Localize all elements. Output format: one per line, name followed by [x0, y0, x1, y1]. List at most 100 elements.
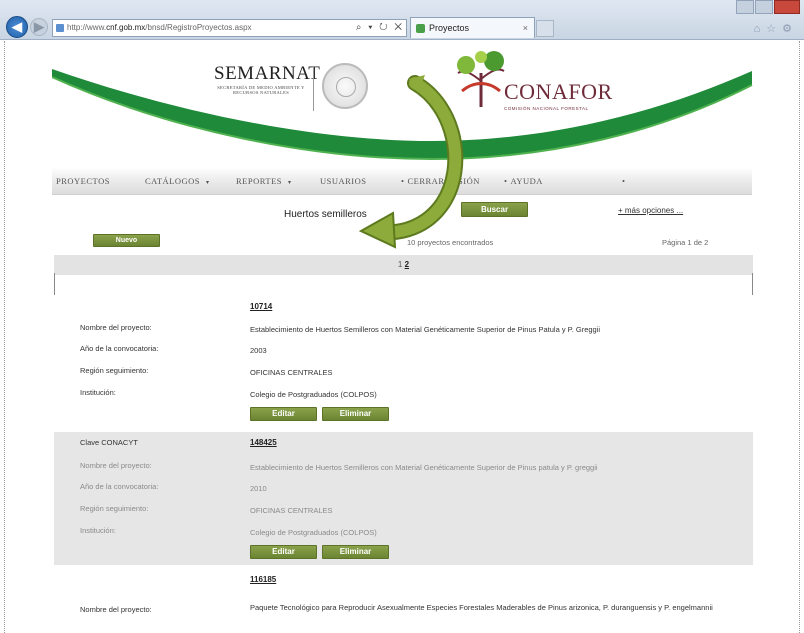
url-prefix: http://www. — [67, 23, 107, 32]
page-link-1[interactable]: 1 — [398, 260, 402, 269]
menu-ayuda[interactable]: • AYUDA — [504, 176, 543, 186]
menu-bullet: • — [504, 176, 508, 186]
field-row: Institución: Colegio de Postgraduados (C… — [54, 388, 753, 402]
field-value: OFICINAS CENTRALES — [250, 506, 333, 515]
menu-bullet: • — [622, 176, 626, 186]
address-controls[interactable]: ⌕ ▾ ↻ ✕ — [356, 20, 404, 36]
field-label: Región seguimiento: — [80, 504, 149, 513]
project-record: 116185 Nombre del proyecto: Paquete Tecn… — [54, 565, 753, 633]
tab-proyectos[interactable]: Proyectos × — [410, 17, 535, 38]
delete-button[interactable]: Eliminar — [322, 545, 389, 559]
banner-swoosh — [51, 69, 753, 161]
url-path: /bnsd/RegistroProyectos.aspx — [145, 23, 252, 32]
address-bar[interactable]: http://www.cnf.gob.mx/bnsd/RegistroProye… — [52, 19, 407, 37]
project-id-link[interactable]: 10714 — [250, 302, 272, 311]
chevron-down-icon: ▾ — [206, 180, 210, 186]
project-record: 10714 Nombre del proyecto: Establecimien… — [54, 299, 753, 432]
field-label: Nombre del proyecto: — [80, 605, 152, 614]
page-content: SEMARNAT SECRETARÍA DE MEDIO AMBIENTE Y … — [0, 41, 804, 633]
page-border-left — [4, 41, 5, 633]
pagination-bar: 1 2 — [54, 255, 753, 275]
conafor-logo: CONAFOR COMISIÓN NACIONAL FORESTAL — [504, 79, 613, 111]
menu-label: REPORTES — [236, 176, 282, 186]
semarnat-logo: SEMARNAT SECRETARÍA DE MEDIO AMBIENTE Y … — [214, 63, 321, 95]
field-label: Año de la convocatoria: — [80, 344, 159, 353]
field-label: Nombre del proyecto: — [80, 461, 152, 470]
project-id-link[interactable]: 116185 — [250, 575, 276, 584]
field-value: 2003 — [250, 346, 267, 355]
semarnat-name: SEMARNAT — [214, 63, 321, 84]
menu-bullet: • — [401, 176, 405, 186]
field-value: OFICINAS CENTRALES — [250, 368, 333, 377]
page-link-2[interactable]: 2 — [405, 260, 409, 269]
delete-button[interactable]: Eliminar — [322, 407, 389, 421]
maximize-button[interactable] — [755, 0, 773, 14]
field-row: Clave CONACYT — [54, 438, 753, 452]
page-border-right — [799, 41, 800, 633]
field-row: Región seguimiento: OFICINAS CENTRALES — [54, 366, 753, 380]
chevron-down-icon: ▾ — [288, 180, 292, 186]
more-options-link[interactable]: + más opciones ... — [618, 206, 683, 215]
menu-catalogos[interactable]: CATÁLOGOS ▾ — [145, 176, 210, 186]
menu-label: AYUDA — [510, 176, 543, 186]
field-row: Nombre del proyecto: Establecimiento de … — [54, 323, 753, 337]
new-tab-button[interactable] — [536, 20, 554, 37]
field-label: Año de la convocatoria: — [80, 482, 159, 491]
field-label: Institución: — [80, 526, 116, 535]
field-value: Paquete Tecnológico para Reproducir Asex… — [250, 603, 713, 612]
search-input[interactable] — [278, 205, 408, 223]
page-favicon-icon — [56, 24, 64, 32]
field-value: Establecimiento de Huertos Semilleros co… — [250, 463, 598, 472]
browser-chrome: ◀ ▶ http://www.cnf.gob.mx/bnsd/RegistroP… — [0, 0, 804, 40]
page-indicator: Página 1 de 2 — [662, 238, 709, 247]
toolbar-icons[interactable]: ⌂☆⚙ — [754, 22, 798, 35]
semarnat-subtitle: SECRETARÍA DE MEDIO AMBIENTE Y RECURSOS … — [217, 85, 305, 95]
tab-favicon-icon — [416, 24, 425, 33]
menu-label: PROYECTOS — [56, 176, 110, 186]
main-menu: PROYECTOS CATÁLOGOS ▾ REPORTES ▾ USUARIOS … — [52, 167, 752, 195]
field-row: Año de la convocatoria: 2003 — [54, 344, 753, 358]
conafor-subtitle: COMISIÓN NACIONAL FORESTAL — [504, 106, 589, 111]
forward-button[interactable]: ▶ — [30, 18, 48, 36]
divider-right — [752, 273, 753, 295]
field-row: Institución: Colegio de Postgraduados (C… — [54, 526, 753, 540]
window-controls — [736, 0, 800, 14]
field-row: Región seguimiento: OFICINAS CENTRALES — [54, 504, 753, 518]
new-project-button[interactable]: Nuevo — [93, 234, 160, 247]
url-host: cnf.gob.mx — [106, 23, 146, 32]
project-id-link[interactable]: 148425 — [250, 438, 277, 447]
field-value: 2010 — [250, 484, 267, 493]
menu-extra[interactable]: • — [622, 176, 628, 186]
menu-label: CERRAR SESIÓN — [407, 176, 480, 186]
menu-reportes[interactable]: REPORTES ▾ — [236, 176, 292, 186]
field-label: Nombre del proyecto: — [80, 323, 152, 332]
menu-label: USUARIOS — [320, 176, 367, 186]
conafor-tree-icon — [457, 51, 505, 107]
field-value: Colegio de Postgraduados (COLPOS) — [250, 528, 377, 537]
menu-label: CATÁLOGOS — [145, 176, 201, 186]
edit-button[interactable]: Editar — [250, 545, 317, 559]
field-value: Colegio de Postgraduados (COLPOS) — [250, 390, 377, 399]
field-value: Establecimiento de Huertos Semilleros co… — [250, 325, 601, 334]
search-button[interactable]: Buscar — [461, 202, 528, 217]
menu-proyectos[interactable]: PROYECTOS — [56, 176, 110, 186]
national-seal-icon — [322, 63, 368, 109]
field-label: Clave CONACYT — [80, 438, 138, 447]
field-row: Nombre del proyecto: Establecimiento de … — [54, 461, 753, 475]
logo-divider — [313, 66, 314, 111]
close-window-button[interactable] — [774, 0, 800, 14]
tab-close-icon[interactable]: × — [523, 18, 528, 38]
site-banner — [51, 41, 754, 181]
edit-button[interactable]: Editar — [250, 407, 317, 421]
back-button[interactable]: ◀ — [6, 16, 28, 38]
field-label: Región seguimiento: — [80, 366, 149, 375]
field-row: Año de la convocatoria: 2010 — [54, 482, 753, 496]
tab-title: Proyectos — [429, 23, 470, 33]
menu-cerrar-sesion[interactable]: • CERRAR SESIÓN — [401, 176, 480, 186]
field-row: Nombre del proyecto: Paquete Tecnológico… — [54, 601, 753, 631]
menu-usuarios[interactable]: USUARIOS — [320, 176, 367, 186]
conafor-name: CONAFOR — [504, 79, 613, 104]
results-count: 10 proyectos encontrados — [407, 238, 494, 247]
project-record: Clave CONACYT 148425 Nombre del proyecto… — [54, 432, 753, 565]
minimize-button[interactable] — [736, 0, 754, 14]
